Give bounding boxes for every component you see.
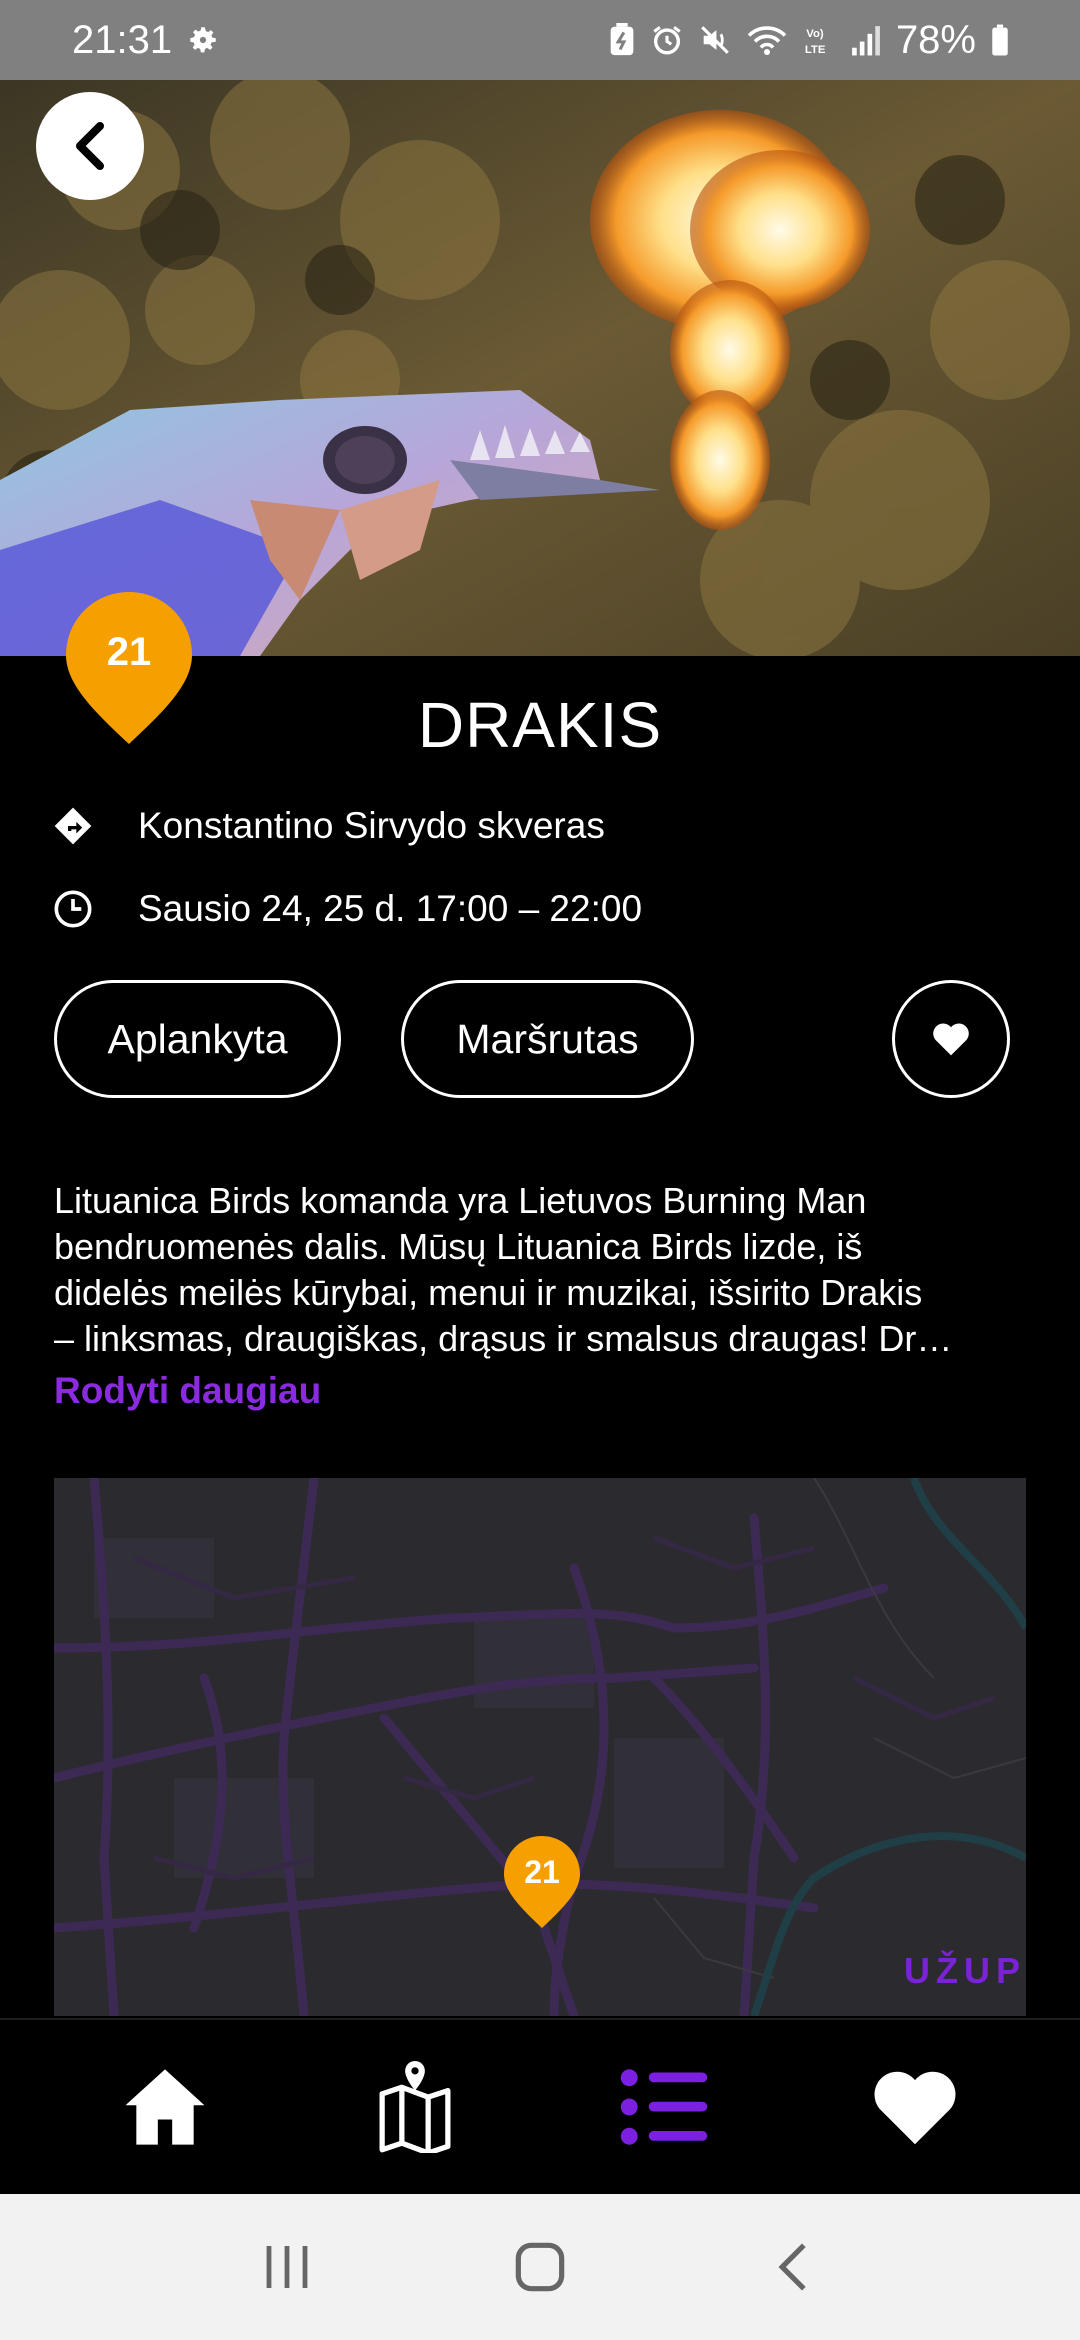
description-line: bendruomenės dalis. Mūsų Lituanica Birds… <box>54 1226 863 1267</box>
datetime-row: Sausio 24, 25 d. 17:00 – 22:00 <box>52 888 642 930</box>
map-district-label: UŽUPIS <box>904 1950 1026 1991</box>
description-line: – linksmas, draugiškas, drąsus ir smalsu… <box>54 1318 953 1359</box>
nav-favorites[interactable] <box>845 2037 985 2177</box>
signal-icon <box>850 23 882 57</box>
wifi-icon <box>746 23 788 57</box>
description-line: Lituanica Birds komanda yra Lietuvos Bur… <box>54 1180 867 1221</box>
bottom-navigation <box>0 2018 1080 2194</box>
home-circle-icon <box>515 2242 565 2292</box>
pin-number: 21 <box>106 630 152 674</box>
location-text: Konstantino Sirvydo skveras <box>138 805 605 846</box>
alarm-icon <box>650 23 684 57</box>
map-location-pin[interactable]: 21 <box>504 1836 580 1928</box>
map-icon <box>379 2061 451 2153</box>
show-more-link[interactable]: Rodyti daugiau <box>54 1370 321 1412</box>
status-bar: 21:31 Vo) LTE 78% <box>0 0 1080 80</box>
nav-map[interactable] <box>345 2037 485 2177</box>
battery-icon <box>990 23 1010 57</box>
battery-percent: 78% <box>895 17 976 62</box>
home-icon <box>125 2069 205 2145</box>
system-home-button[interactable] <box>490 2227 590 2307</box>
route-button[interactable]: Maršrutas <box>401 980 694 1098</box>
nav-home[interactable] <box>95 2037 235 2177</box>
status-left: 21:31 <box>72 18 220 63</box>
heart-icon <box>933 1023 969 1056</box>
map-view[interactable]: 21 UŽUPIS <box>54 1478 1026 2016</box>
clock-icon <box>52 888 94 930</box>
back-icon <box>778 2243 806 2291</box>
recents-button[interactable] <box>237 2227 337 2307</box>
description-line: didelės meilės kūrybai, menui ir muzikai… <box>54 1272 923 1313</box>
volte-icon: Vo) LTE <box>802 23 836 57</box>
mute-icon <box>698 23 732 57</box>
status-right: Vo) LTE 78% <box>608 18 1010 63</box>
map-pin-number: 21 <box>524 1854 560 1890</box>
svg-text:Vo): Vo) <box>806 28 824 40</box>
favorite-button[interactable] <box>892 980 1010 1098</box>
location-pin-badge: 21 <box>66 592 192 744</box>
system-navigation-bar <box>0 2194 1080 2340</box>
status-time: 21:31 <box>72 17 173 62</box>
event-description: Lituanica Birds komanda yra Lietuvos Bur… <box>54 1178 1034 1364</box>
gear-icon <box>186 23 220 57</box>
nav-list[interactable] <box>595 2037 735 2177</box>
list-icon <box>620 2069 708 2145</box>
visited-button[interactable]: Aplankyta <box>54 980 341 1098</box>
battery-saver-icon <box>608 23 636 57</box>
hero-image <box>0 80 1080 656</box>
recents-icon <box>266 2246 308 2288</box>
datetime-text: Sausio 24, 25 d. 17:00 – 22:00 <box>138 888 643 929</box>
svg-text:LTE: LTE <box>805 44 826 56</box>
location-row: Konstantino Sirvydo skveras <box>52 805 605 847</box>
heart-icon <box>874 2071 956 2145</box>
system-back-button[interactable] <box>743 2227 843 2307</box>
chevron-left-icon <box>76 122 104 170</box>
back-button[interactable] <box>36 92 144 200</box>
directions-icon <box>52 805 94 847</box>
